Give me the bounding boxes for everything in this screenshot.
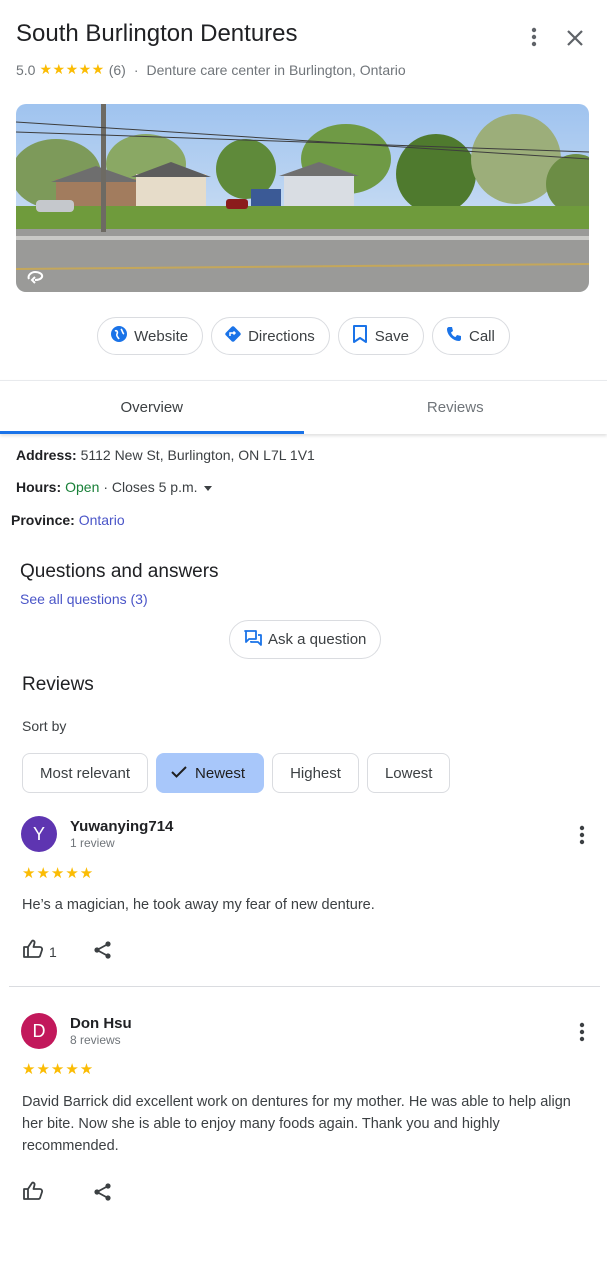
reviewer-name[interactable]: Don Hsu xyxy=(70,1015,132,1032)
review-stars: ★★★★★ xyxy=(22,1061,95,1078)
like-button[interactable]: 1 xyxy=(22,939,57,964)
rating-stars[interactable]: ★★★★★ xyxy=(39,61,104,78)
province-link[interactable]: Ontario xyxy=(79,512,125,528)
check-icon xyxy=(171,765,195,782)
see-all-questions-link[interactable]: See all questions (3) xyxy=(20,591,148,607)
reviewer-review-count: 8 reviews xyxy=(70,1033,121,1047)
province-label: Province: xyxy=(11,512,75,528)
share-icon[interactable] xyxy=(93,940,113,965)
ask-question-label: Ask a question xyxy=(268,631,367,648)
review-divider xyxy=(9,986,600,987)
hours-status: Open xyxy=(65,479,100,495)
sort-options: Most relevant Newest Highest Lowest xyxy=(22,753,451,793)
save-label: Save xyxy=(374,327,409,345)
tab-overview[interactable]: Overview xyxy=(0,381,304,434)
review-stars: ★★★★★ xyxy=(22,865,95,882)
call-label: Call xyxy=(468,327,495,345)
reviews-title: Reviews xyxy=(22,674,94,695)
reviewer-review-count: 1 review xyxy=(70,836,115,850)
call-button[interactable]: Call xyxy=(431,317,510,355)
sort-highest[interactable]: Highest xyxy=(272,753,359,793)
review-text: David Barrick did excellent work on dent… xyxy=(22,1094,571,1154)
chat-question-icon xyxy=(244,629,268,650)
sort-lowest[interactable]: Lowest xyxy=(366,753,451,793)
review-count[interactable]: (6) xyxy=(109,62,126,78)
save-button[interactable]: Save xyxy=(337,317,424,355)
phone-icon xyxy=(445,325,469,347)
review-text: He’s a magician, he took away my fear of… xyxy=(22,897,375,913)
hours-closes[interactable]: · Closes 5 p.m. xyxy=(103,479,197,495)
separator-dot: · xyxy=(133,61,139,78)
like-count: 1 xyxy=(49,943,57,960)
address-value[interactable]: 5112 New St, Burlington, ON L7L 1V1 xyxy=(81,447,315,463)
thumb-up-icon xyxy=(22,1181,44,1206)
action-buttons: Website Directions Save Call xyxy=(0,317,607,355)
address-row: Address: 5112 New St, Burlington, ON L7L… xyxy=(16,447,315,463)
directions-button[interactable]: Directions xyxy=(211,317,330,355)
sort-most-relevant[interactable]: Most relevant xyxy=(22,753,149,793)
qa-title: Questions and answers xyxy=(20,561,219,582)
more-vert-icon[interactable] xyxy=(520,23,548,51)
place-title: South Burlington Dentures xyxy=(16,20,298,47)
website-button[interactable]: Website xyxy=(97,317,204,355)
province-row: Province: Ontario xyxy=(11,512,125,528)
website-label: Website xyxy=(134,327,189,345)
sort-by-label: Sort by xyxy=(22,718,67,734)
bookmark-icon xyxy=(351,324,375,348)
address-label: Address: xyxy=(16,447,77,463)
rotate-360-icon[interactable] xyxy=(26,270,44,289)
more-vert-icon[interactable] xyxy=(568,821,596,849)
hours-row: Hours: Open · Closes 5 p.m. xyxy=(16,479,212,495)
rating-row: 5.0 ★★★★★ (6) · Denture care center in B… xyxy=(16,61,406,78)
avatar[interactable]: Y xyxy=(21,816,57,852)
more-vert-icon[interactable] xyxy=(568,1018,596,1046)
hours-label: Hours: xyxy=(16,479,62,495)
avatar[interactable]: D xyxy=(21,1013,57,1049)
tab-reviews[interactable]: Reviews xyxy=(304,381,607,434)
directions-icon xyxy=(224,325,248,347)
sort-newest[interactable]: Newest xyxy=(156,753,265,793)
globe-icon xyxy=(110,325,134,347)
caret-down-icon[interactable] xyxy=(203,479,212,495)
sort-newest-label: Newest xyxy=(195,764,246,782)
ask-question-button[interactable]: Ask a question xyxy=(229,620,382,659)
thumb-up-icon xyxy=(22,939,44,964)
rating-value: 5.0 xyxy=(16,61,36,78)
directions-label: Directions xyxy=(248,327,315,345)
tab-bar: Overview Reviews xyxy=(0,380,607,434)
reviewer-name[interactable]: Yuwanying714 xyxy=(70,818,173,835)
like-button[interactable] xyxy=(22,1181,49,1206)
place-category[interactable]: Denture care center in Burlington, Ontar… xyxy=(147,62,406,78)
street-view-photo[interactable] xyxy=(16,104,589,292)
close-icon[interactable] xyxy=(561,24,589,52)
share-icon[interactable] xyxy=(93,1182,113,1207)
